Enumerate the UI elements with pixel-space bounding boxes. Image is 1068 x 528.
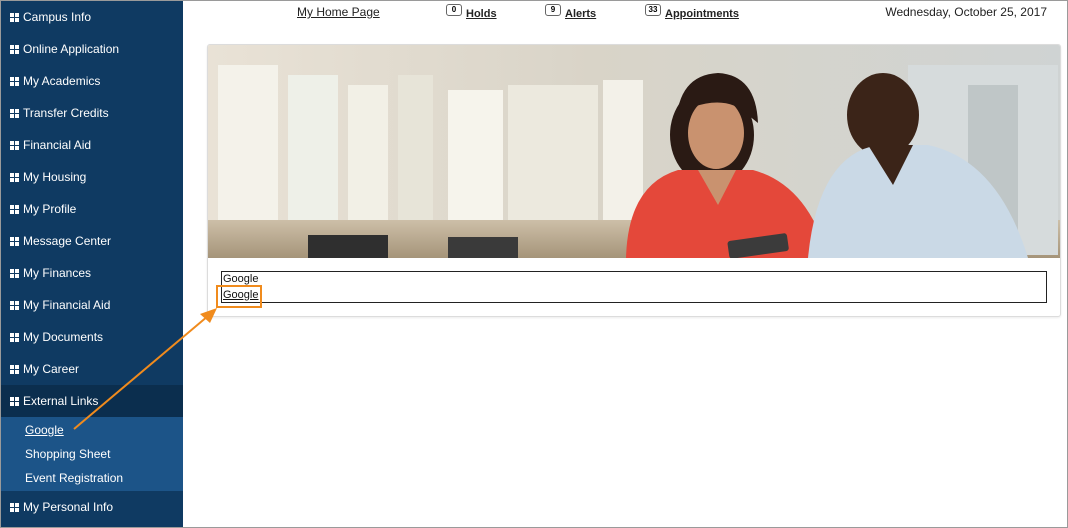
sidebar-item-campus-info[interactable]: Campus Info <box>1 1 183 33</box>
sidebar-item-my-profile[interactable]: My Profile <box>1 193 183 225</box>
page-frame: Campus Info Online Application My Academ… <box>0 0 1068 528</box>
my-home-page-link[interactable]: My Home Page <box>297 5 380 19</box>
sidebar-item-transfer-credits[interactable]: Transfer Credits <box>1 97 183 129</box>
sidebar-item-my-housing[interactable]: My Housing <box>1 161 183 193</box>
alerts-label: Alerts <box>565 8 597 20</box>
sidebar-item-online-application[interactable]: Online Application <box>1 33 183 65</box>
grid-icon <box>10 204 19 214</box>
sidebar-item-message-center[interactable]: Message Center <box>1 225 183 257</box>
grid-icon <box>10 236 19 246</box>
hero-image <box>208 45 1060 258</box>
sidebar: Campus Info Online Application My Academ… <box>1 1 183 527</box>
sidebar-item-label: My Profile <box>23 202 77 216</box>
sidebar-item-label: My Documents <box>23 330 104 344</box>
sidebar-item-label: My Finances <box>23 266 92 280</box>
sidebar-item-label: My Personal Info <box>23 500 114 514</box>
appointments-link[interactable]: 33 Appointments <box>645 4 739 20</box>
links-heading: Google <box>223 273 259 285</box>
sidebar-item-financial-aid[interactable]: Financial Aid <box>1 129 183 161</box>
sidebar-item-my-financial-aid[interactable]: My Financial Aid <box>1 289 183 321</box>
appointments-label: Appointments <box>665 8 739 20</box>
sidebar-item-label: Campus Info <box>23 10 92 24</box>
submenu-item-label: Event Registration <box>25 471 124 485</box>
submenu-item-event-registration[interactable]: Event Registration <box>1 466 183 490</box>
grid-icon <box>10 76 19 86</box>
holds-label: Holds <box>466 8 497 20</box>
grid-icon <box>10 12 19 22</box>
sidebar-item-label: My Career <box>23 362 80 376</box>
content-panel: Google Google <box>207 44 1061 317</box>
sidebar-item-label: External Links <box>23 394 99 408</box>
sidebar-item-my-career[interactable]: My Career <box>1 353 183 385</box>
grid-icon <box>10 140 19 150</box>
submenu-item-google[interactable]: Google <box>1 418 183 442</box>
grid-icon <box>10 396 19 406</box>
current-date: Wednesday, October 25, 2017 <box>885 5 1047 19</box>
submenu-item-label: Shopping Sheet <box>25 447 111 461</box>
top-bar: My Home Page 0 Holds 9 Alerts 33 Appoint… <box>183 1 1067 29</box>
sidebar-item-my-personal-info[interactable]: My Personal Info <box>1 491 183 523</box>
grid-icon <box>10 364 19 374</box>
sidebar-item-label: Online Application <box>23 42 120 56</box>
sidebar-item-label: Message Center <box>23 234 112 248</box>
appointments-count-badge: 33 <box>645 4 661 16</box>
grid-icon <box>10 172 19 182</box>
sidebar-item-external-links[interactable]: External Links <box>1 385 183 417</box>
highlight-box <box>216 285 262 308</box>
alerts-link[interactable]: 9 Alerts <box>545 4 597 20</box>
grid-icon <box>10 332 19 342</box>
grid-icon <box>10 268 19 278</box>
grid-icon <box>10 502 19 512</box>
holds-count-badge: 0 <box>446 4 462 16</box>
sidebar-item-label: Transfer Credits <box>23 106 109 120</box>
submenu-item-label: Google <box>25 423 64 437</box>
grid-icon <box>10 108 19 118</box>
alerts-count-badge: 9 <box>545 4 561 16</box>
sidebar-item-label: My Financial Aid <box>23 298 111 312</box>
grid-icon <box>10 44 19 54</box>
sidebar-item-label: My Academics <box>23 74 101 88</box>
sidebar-item-label: Financial Aid <box>23 138 92 152</box>
sidebar-item-my-documents[interactable]: My Documents <box>1 321 183 353</box>
sidebar-item-my-academics[interactable]: My Academics <box>1 65 183 97</box>
external-links-box: Google Google <box>221 271 1047 303</box>
submenu-item-shopping-sheet[interactable]: Shopping Sheet <box>1 442 183 466</box>
external-links-submenu: Google Shopping Sheet Event Registration <box>1 417 183 491</box>
sidebar-item-label: My Housing <box>23 170 87 184</box>
sidebar-item-my-finances[interactable]: My Finances <box>1 257 183 289</box>
holds-link[interactable]: 0 Holds <box>446 4 497 20</box>
grid-icon <box>10 300 19 310</box>
